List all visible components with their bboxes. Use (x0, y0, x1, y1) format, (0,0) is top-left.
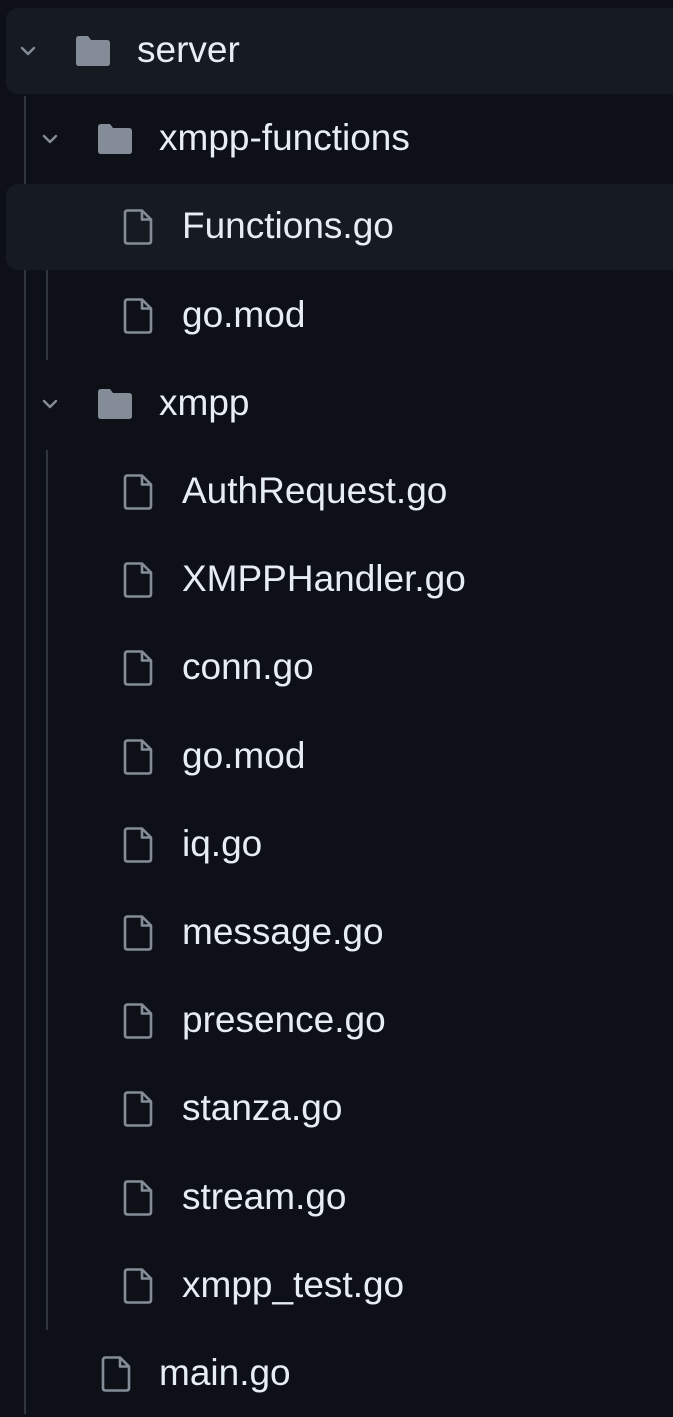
file-icon (118, 737, 158, 777)
folder-icon (95, 119, 135, 159)
folder-label: server (137, 29, 240, 70)
file-row-presence-go[interactable]: presence.go (6, 978, 673, 1064)
file-row-iq-go[interactable]: iq.go (6, 802, 673, 888)
file-icon (96, 1354, 136, 1394)
file-label: go.mod (182, 293, 306, 335)
file-label: stream.go (182, 1175, 347, 1217)
file-label: xmpp_test.go (182, 1263, 405, 1305)
file-icon (118, 472, 158, 512)
file-row-xmpp-test-go[interactable]: xmpp_test.go (6, 1243, 673, 1329)
folder-label: xmpp-functions (159, 117, 410, 159)
file-tree: server xmpp-functions Functions.go go.mod xm… (0, 0, 673, 1414)
file-icon (118, 1178, 158, 1218)
file-row-conn-go[interactable]: conn.go (6, 625, 673, 711)
file-label: stanza.go (182, 1087, 343, 1129)
file-icon (118, 825, 158, 865)
file-label: conn.go (182, 646, 314, 688)
folder-row-xmpp[interactable]: xmpp (6, 361, 673, 447)
file-icon (118, 913, 158, 953)
file-label: main.go (159, 1352, 291, 1393)
file-icon (118, 207, 158, 247)
file-label: presence.go (182, 999, 386, 1041)
folder-row-server[interactable]: server (6, 8, 673, 94)
file-icon (118, 560, 158, 600)
file-row-authrequest-go[interactable]: AuthRequest.go (6, 449, 673, 535)
file-label: AuthRequest.go (182, 470, 448, 511)
file-row-functions-go[interactable]: Functions.go (6, 184, 673, 271)
folder-icon (73, 31, 113, 71)
file-icon (118, 1089, 158, 1129)
file-label: iq.go (182, 822, 263, 864)
file-label: message.go (182, 911, 384, 952)
file-row-stream-go[interactable]: stream.go (6, 1155, 673, 1241)
file-label: XMPPHandler.go (182, 558, 466, 600)
chevron-down-icon[interactable] (18, 41, 38, 61)
file-icon (118, 648, 158, 688)
file-row-go-mod[interactable]: go.mod (6, 273, 673, 359)
file-row-xmpphandler-go[interactable]: XMPPHandler.go (6, 537, 673, 623)
file-row-go-mod[interactable]: go.mod (6, 714, 673, 800)
file-row-message-go[interactable]: message.go (6, 890, 673, 976)
chevron-down-icon[interactable] (40, 129, 60, 149)
folder-icon (95, 384, 135, 424)
file-label: go.mod (182, 734, 306, 776)
chevron-down-icon[interactable] (40, 394, 60, 414)
file-row-stanza-go[interactable]: stanza.go (6, 1066, 673, 1152)
file-icon (118, 1266, 158, 1306)
folder-row-xmpp-functions[interactable]: xmpp-functions (6, 96, 673, 182)
file-row-main-go[interactable]: main.go (6, 1331, 673, 1417)
file-icon (118, 296, 158, 336)
folder-label: xmpp (159, 381, 250, 423)
file-icon (118, 1001, 158, 1041)
file-label: Functions.go (182, 205, 394, 247)
